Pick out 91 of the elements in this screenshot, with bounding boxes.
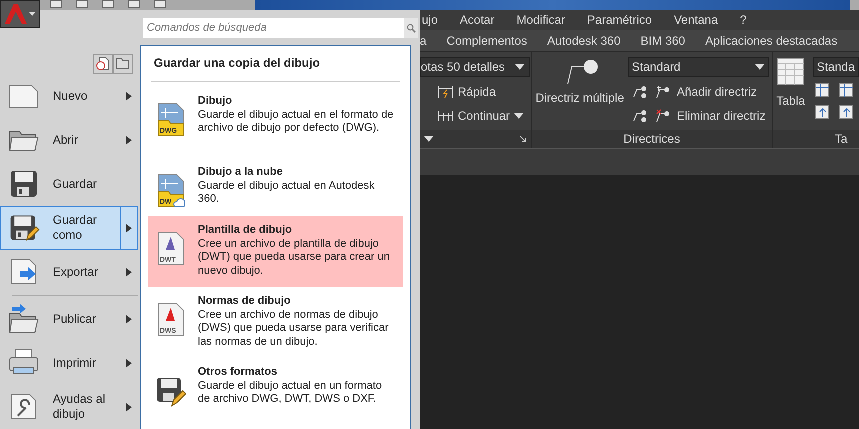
remove-leader-button[interactable]: Eliminar directriz bbox=[677, 107, 766, 125]
ribbon-tab[interactable]: Autodesk 360 bbox=[547, 32, 621, 50]
search-icon bbox=[406, 24, 416, 32]
menu-item-label: Exportar bbox=[52, 264, 100, 280]
open-documents-button[interactable] bbox=[113, 54, 133, 74]
submenu-arrow-icon bbox=[126, 314, 132, 324]
menu-item[interactable]: Guardar como bbox=[0, 206, 138, 250]
menu-item-label: Publicar bbox=[52, 312, 98, 326]
menu-bar-item[interactable]: Paramétrico bbox=[587, 11, 652, 29]
remove-leader-icon bbox=[655, 109, 672, 123]
menu-item[interactable]: Imprimir bbox=[0, 341, 138, 385]
option-description: Guarde el dibujo actual en un formato de archivo DWG, DWT, DWS o DXF. bbox=[198, 380, 384, 406]
application-button[interactable] bbox=[0, 0, 40, 28]
document-icon bbox=[156, 103, 186, 137]
submenu-arrow-icon bbox=[126, 402, 132, 412]
document-icon bbox=[156, 303, 186, 337]
continue-dimension-icon bbox=[438, 110, 454, 122]
panel-title: Directrices bbox=[624, 131, 680, 148]
menu-item-label: Guardar bbox=[52, 176, 98, 192]
quick-dimension-button[interactable]: Rápida bbox=[458, 83, 496, 101]
multileader-button[interactable]: Directriz múltiple bbox=[532, 52, 628, 130]
option-description: Guarde el dibujo actual en el formato de archivo de dibujo por defecto (DWG). bbox=[198, 108, 395, 136]
menu-item-label: Abrir bbox=[52, 132, 80, 148]
dimension-icon bbox=[438, 85, 454, 99]
dimension-style-dropdown[interactable]: otas 50 detalles bbox=[420, 57, 530, 77]
table-tool-icon bbox=[814, 83, 831, 99]
toolbar-icon[interactable] bbox=[50, 0, 62, 8]
ribbon-tab[interactable]: BIM 360 bbox=[640, 32, 686, 50]
ribbon-tab[interactable]: Aplicaciones destacadas bbox=[705, 32, 838, 50]
submenu-arrow-icon bbox=[126, 224, 132, 232]
caret-icon bbox=[424, 136, 434, 142]
table-tool-icon bbox=[838, 83, 855, 99]
folder-icon bbox=[116, 58, 130, 70]
add-leader-button[interactable]: Añadir directriz bbox=[677, 83, 758, 101]
menu-bar-item[interactable]: Ventana bbox=[674, 11, 718, 29]
option-title: Dibujo bbox=[198, 95, 234, 108]
leader-align-icon bbox=[633, 85, 650, 99]
option-description: Guarde el dibujo actual en Autodesk 360. bbox=[198, 180, 376, 206]
toolbar-icon[interactable] bbox=[154, 0, 166, 8]
folder-arrow-icon bbox=[8, 303, 40, 335]
table-tool-icon bbox=[814, 105, 831, 121]
recent-documents-button[interactable] bbox=[93, 54, 113, 74]
menu-item[interactable]: Exportar bbox=[0, 250, 138, 294]
menu-item-label: Imprimir bbox=[52, 356, 98, 370]
menu-bar-item[interactable]: Acotar bbox=[460, 11, 495, 29]
option-title: Otros formatos bbox=[198, 366, 278, 380]
menu-item-label: Ayudas al dibujo bbox=[52, 392, 106, 422]
menu-item-label: Guardar como bbox=[52, 213, 98, 243]
option-description: Cree un archivo de normas de dibujo (DWS) que pueda usarse para verificar las normas de un dibujo. bbox=[198, 308, 390, 349]
panel-title: Ta bbox=[834, 131, 848, 148]
add-leader-icon bbox=[655, 85, 672, 99]
option-title: Dibujo a la nube bbox=[198, 166, 284, 180]
logo-icon bbox=[4, 4, 26, 24]
menu-bar-item[interactable]: Modificar bbox=[516, 11, 566, 29]
toolbar-icon[interactable] bbox=[76, 0, 88, 8]
menu-bar-item[interactable]: ujo bbox=[422, 11, 438, 29]
continue-dimension-button[interactable]: Continuar bbox=[458, 107, 510, 125]
submenu-title: Guardar una copia del dibujo bbox=[151, 46, 400, 82]
table-button[interactable]: Tabla bbox=[772, 52, 809, 130]
toolbar-icon[interactable] bbox=[102, 0, 114, 8]
ribbon-tab[interactable]: Complementos bbox=[446, 32, 528, 50]
document-icon bbox=[156, 232, 186, 266]
caret-icon bbox=[28, 12, 36, 16]
table-tool-icon bbox=[838, 105, 855, 121]
menu-item[interactable]: Abrir bbox=[0, 118, 138, 162]
leader-collect-icon bbox=[633, 109, 650, 123]
menu-item[interactable]: Nuevo bbox=[0, 74, 138, 118]
caret-icon bbox=[514, 113, 524, 119]
caret-icon bbox=[755, 64, 766, 70]
menu-bar-item[interactable]: ? bbox=[740, 11, 747, 29]
option-description: Cree un archivo de plantilla de dibujo (DWT) que pueda usarse para crear un nuevo dibujo. bbox=[198, 238, 391, 278]
menu-item[interactable]: Ayudas al dibujo bbox=[0, 385, 138, 429]
menu-item-label: Nuevo bbox=[52, 88, 89, 104]
submenu-arrow-icon bbox=[126, 92, 132, 100]
leader-style-dropdown[interactable]: Standard bbox=[628, 57, 770, 77]
option-title: Normas de dibujo bbox=[198, 295, 292, 308]
submenu-arrow-icon bbox=[126, 136, 132, 144]
table-style-dropdown[interactable]: Standa bbox=[812, 57, 859, 77]
save-option[interactable]: Otros formatos Guarde el dibujo actual en un formato de archivo DWG, DWT, DWS o DXF. bbox=[148, 358, 403, 429]
caret-icon bbox=[515, 64, 525, 70]
ribbon-tab[interactable]: a bbox=[420, 32, 427, 50]
document-clock-icon bbox=[96, 57, 110, 71]
submenu-arrow-icon bbox=[126, 358, 132, 368]
toolbar-icon[interactable] bbox=[128, 0, 140, 8]
table-icon bbox=[776, 58, 805, 86]
document-icon bbox=[156, 174, 186, 208]
menu-item[interactable]: Guardar bbox=[0, 162, 138, 206]
menu-item[interactable]: Publicar bbox=[0, 297, 138, 341]
submenu-arrow-icon bbox=[126, 268, 132, 276]
option-title: Plantilla de dibujo bbox=[198, 224, 294, 238]
dialog-launcher-icon bbox=[520, 136, 528, 142]
